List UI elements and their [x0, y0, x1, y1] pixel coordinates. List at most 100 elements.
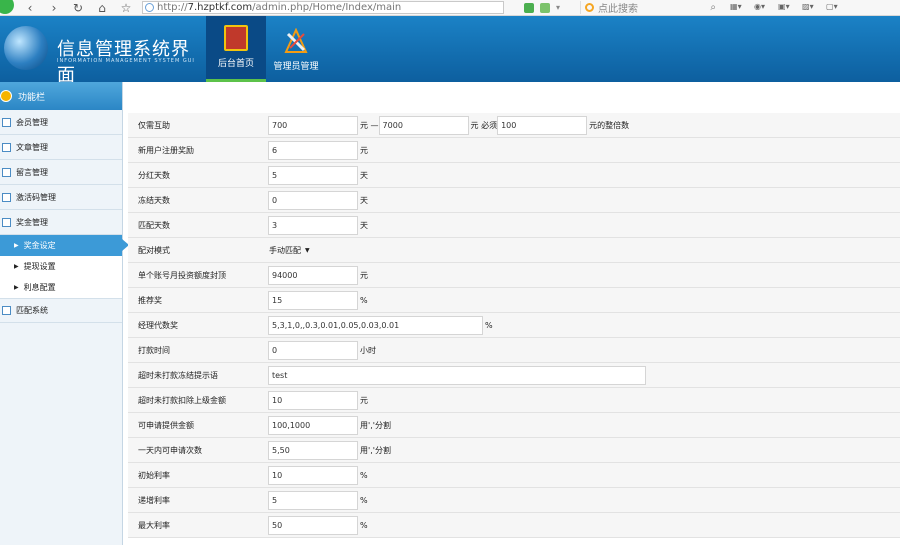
unit-label: 元 — [360, 145, 368, 155]
max-amount-input[interactable]: 7000 — [378, 115, 469, 135]
field-label: 超时未打款扣除上级金额 — [138, 395, 226, 405]
star-icon[interactable]: ☆ — [118, 1, 134, 15]
reload-icon[interactable]: ↻ — [70, 1, 86, 15]
form-row: 递增利率 5 % — [128, 488, 900, 513]
edit-icon — [2, 167, 11, 177]
form-row: 单个账号月投资额度封顶 94000 元 — [128, 263, 900, 288]
match-mode-select[interactable]: 手动匹配 ▼ — [268, 241, 320, 260]
freeze-days-input[interactable]: 0 — [268, 190, 358, 210]
top-nav: 后台首页 管理员管理 — [206, 16, 326, 82]
home-icon[interactable]: ⌂ — [94, 1, 110, 15]
dropdown-arrow-icon[interactable]: ▾ — [556, 3, 560, 12]
address-bar[interactable]: http://7.hzptkf.com/admin.php/Home/Index… — [142, 1, 504, 14]
globe-icon — [145, 3, 154, 12]
referral-bonus-input[interactable]: 15 — [268, 290, 358, 310]
search-engine-icon — [585, 3, 595, 12]
field-label: 可申请提供金额 — [138, 420, 194, 430]
manager-generation-bonus-input[interactable]: 5,3,1,0,,0.3,0.01,0.05,0.03,0.01 — [268, 315, 483, 335]
unit-label: 元 — [360, 395, 368, 405]
form-row: 初始利率 10 % — [128, 463, 900, 488]
sidebar-item-messages[interactable]: 留言管理 — [0, 160, 122, 185]
sidebar-item-label: 匹配系统 — [16, 306, 48, 315]
register-reward-input[interactable]: 6 — [268, 140, 358, 160]
sidebar-subitem-bonus-settings[interactable]: ▶ 奖金设定 — [0, 235, 129, 256]
daily-requests-input[interactable]: 5,50 — [268, 440, 358, 460]
caret-down-icon: ▼ — [305, 246, 310, 254]
sidebar-item-articles[interactable]: 文章管理 — [0, 135, 122, 160]
url-host: 7.hzptkf.com — [187, 2, 253, 13]
sidebar-item-label: 奖金管理 — [16, 217, 48, 227]
field-label: 配对模式 — [138, 245, 170, 255]
field-label: 仅需互助 — [138, 120, 170, 130]
unit-label: 天 — [360, 220, 368, 230]
initial-rate-input[interactable]: 10 — [268, 465, 358, 485]
screenshot-icon[interactable]: ▢▾ — [826, 2, 844, 13]
translate-icon[interactable]: ▣▾ — [778, 2, 796, 13]
form-row: 最大利率 50 % — [128, 513, 900, 538]
increment-rate-input[interactable]: 5 — [268, 490, 358, 510]
form-row: 超时未打款扣除上级金额 10 元 — [128, 388, 900, 413]
sidebar-item-members[interactable]: 会员管理 — [0, 110, 122, 135]
triangle-right-icon: ▶ — [14, 242, 19, 249]
tab-home[interactable]: 后台首页 — [206, 16, 266, 82]
unit-label: % — [360, 470, 368, 480]
url-path: /admin.php/Home/Index/main — [252, 2, 402, 13]
form-row: 经理代数奖 5,3,1,0,,0.3,0.01,0.05,0.03,0.01 % — [128, 313, 900, 338]
search-box[interactable]: 点此搜索 ⌕ — [580, 1, 720, 15]
field-label: 初始利率 — [138, 470, 170, 480]
sidebar-item-bonus[interactable]: 奖金管理 — [0, 210, 122, 235]
triangle-right-icon: ▶ — [14, 284, 19, 291]
payment-time-input[interactable]: 0 — [268, 340, 358, 360]
sidebar-subitem-label: 提现设置 — [23, 262, 56, 271]
brand: 信息管理系统界面 INFORMATION MANAGEMENT SYSTEM G… — [0, 16, 206, 86]
shield-icon[interactable]: ◉▾ — [754, 2, 772, 13]
field-label: 一天内可申请次数 — [138, 445, 202, 455]
timeout-freeze-message-input[interactable]: test — [268, 365, 646, 385]
sidebar-item-label: 文章管理 — [16, 142, 48, 152]
sidebar-subitem-interest-config[interactable]: ▶ 利息配置 — [0, 277, 122, 298]
unit-label: 用','分割 — [360, 420, 391, 430]
form-row: 推荐奖 15 % — [128, 288, 900, 313]
apps-icon[interactable]: ▦▾ — [730, 2, 748, 13]
monthly-cap-input[interactable]: 94000 — [268, 265, 358, 285]
brand-logo-icon — [4, 26, 48, 70]
main-content: 仅需互助 700 元 — 7000 元 必须 100 元的整倍数 新用户注册奖励… — [128, 82, 900, 545]
field-label: 冻结天数 — [138, 195, 170, 205]
form-row: 新用户注册奖励 6 元 — [128, 138, 900, 163]
forward-icon[interactable]: › — [46, 1, 62, 15]
field-label: 推荐奖 — [138, 295, 162, 305]
sidebar-item-activation-codes[interactable]: 激活码管理 — [0, 185, 122, 210]
unit-label: 小时 — [360, 345, 376, 355]
browser-logo-icon — [0, 0, 14, 14]
min-amount-input[interactable]: 700 — [268, 115, 358, 135]
book-icon — [224, 25, 248, 51]
back-icon[interactable]: ‹ — [22, 1, 38, 15]
sidebar-item-label: 留言管理 — [16, 167, 48, 177]
sidebar-header: 功能栏 — [0, 82, 122, 110]
field-label: 经理代数奖 — [138, 320, 178, 330]
match-days-input[interactable]: 3 — [268, 215, 358, 235]
sidebar-item-label: 会员管理 — [16, 117, 48, 127]
sidebar-item-matching[interactable]: 匹配系统 — [0, 298, 122, 323]
dividend-days-input[interactable]: 5 — [268, 165, 358, 185]
sidebar-subitem-label: 利息配置 — [23, 283, 56, 292]
url-prefix: http:// — [157, 2, 188, 13]
provide-amount-input[interactable]: 100,1000 — [268, 415, 358, 435]
form-row: 配对模式 手动匹配 ▼ — [128, 238, 900, 263]
sidebar-subitem-withdraw-settings[interactable]: ▶ 提现设置 — [0, 256, 122, 277]
compat-mode-icon[interactable] — [524, 2, 534, 13]
form-row: 打款时间 0 小时 — [128, 338, 900, 363]
field-label: 新用户注册奖励 — [138, 145, 194, 155]
extensions-icon[interactable]: ▨▾ — [802, 2, 820, 13]
search-icon[interactable]: ⌕ — [710, 2, 716, 13]
speed-icon[interactable] — [540, 2, 550, 13]
max-rate-input[interactable]: 50 — [268, 515, 358, 535]
tab-label: 后台首页 — [217, 59, 254, 69]
form-row: 可申请提供金额 100,1000 用','分割 — [128, 413, 900, 438]
tab-admin-management[interactable]: 管理员管理 — [266, 16, 326, 82]
field-label: 分红天数 — [138, 170, 170, 180]
multiple-input[interactable]: 100 — [497, 115, 588, 135]
app-subtitle: INFORMATION MANAGEMENT SYSTEM GUI — [57, 58, 195, 64]
timeout-deduction-input[interactable]: 10 — [268, 390, 358, 410]
unit-label: 天 — [360, 195, 368, 205]
